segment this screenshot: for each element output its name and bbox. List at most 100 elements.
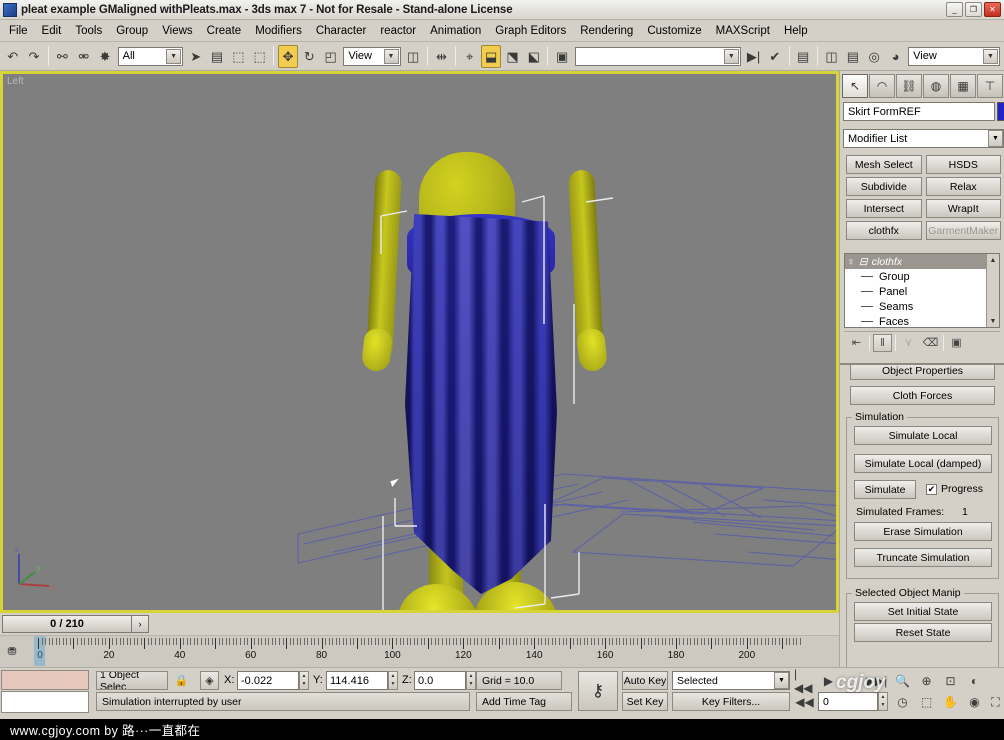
menu-customize[interactable]: Customize [640,22,708,40]
undo-icon[interactable]: ↶ [3,45,22,68]
menu-help[interactable]: Help [777,22,815,40]
stack-root-row[interactable]: ♀ ⊟ clothfx [845,254,999,269]
render-scene-icon[interactable]: ▤ [843,45,862,68]
next-frame-icon[interactable]: ▶▶| [866,671,888,691]
stack-item-seams[interactable]: Seams [845,299,999,314]
named-selection-icon[interactable]: ▣ [552,45,571,68]
scroll-down-icon[interactable]: ▼ [990,315,997,327]
next-frame-button[interactable]: › [132,615,149,633]
reference-coordinate-system-combo[interactable]: View ▼ [343,46,401,66]
material-editor-icon[interactable]: ◫ [822,45,841,68]
light-bulb-icon[interactable]: ♀ [847,256,855,268]
key-selection-combo[interactable]: Selected ▼ [672,671,790,690]
menu-file[interactable]: File [2,22,35,40]
menu-animation[interactable]: Animation [423,22,488,40]
tab-motion[interactable]: ◍ [923,74,949,98]
stack-scrollbar[interactable]: ▲ ▼ [986,254,999,327]
arc-rotate-icon[interactable]: ◉ [964,692,985,712]
modbtn-relax[interactable]: Relax [925,177,1001,196]
snapshot-icon[interactable]: ⬔ [503,45,522,68]
maxscript-listener-output[interactable] [1,670,89,690]
viewport-frame[interactable]: Left z x y [0,71,839,613]
show-end-result-icon[interactable]: ‖ [873,333,892,352]
object-name-field[interactable]: Skirt FormREF [843,102,995,121]
track-bar[interactable]: ⛃ 20 40 60 80 100 120 140 160 180 200 0 [0,635,839,667]
stack-item-panel[interactable]: Panel [845,284,999,299]
scroll-up-icon[interactable]: ▲ [990,254,997,266]
menu-create[interactable]: Create [200,22,249,40]
redo-icon[interactable]: ↷ [24,45,43,68]
tab-display[interactable]: ▦ [950,74,976,98]
current-frame-field[interactable]: 0 [818,692,878,711]
erase-simulation-button[interactable]: Erase Simulation [854,522,992,541]
modbtn-subdivide[interactable]: Subdivide [846,177,922,196]
spacing-tool-icon[interactable]: ⬕ [524,45,543,68]
schematic-view-icon[interactable]: ✔ [765,45,784,68]
time-configuration-icon[interactable]: ◷ [892,692,913,712]
select-and-rotate-icon[interactable]: ↻ [300,45,319,68]
pin-stack-icon[interactable]: ⇤ [847,334,866,352]
skirt-cloth-mesh[interactable] [405,214,557,594]
rectangular-selection-region-icon[interactable]: ⬚ [229,45,248,68]
menu-reactor[interactable]: reactor [373,22,423,40]
z-coordinate-field[interactable]: 0.0 [414,671,466,690]
menu-views[interactable]: Views [155,22,199,40]
modbtn-garmentmaker[interactable]: GarmentMaker [925,221,1001,240]
z-spinner[interactable]: ▲ ▼ [466,671,476,690]
cloth-forces-button[interactable]: Cloth Forces [850,386,995,405]
set-key-button[interactable]: Set Key [622,692,668,711]
perspective-viewport[interactable]: Left z x y [3,74,836,610]
y-spinner[interactable]: ▲ ▼ [388,671,398,690]
array-icon[interactable]: ⬓ [481,44,501,68]
modbtn-hsds[interactable]: HSDS [925,155,1001,174]
object-color-swatch[interactable] [997,102,1004,121]
maximize-viewport-icon[interactable]: ⛶ [985,692,1004,712]
make-unique-icon[interactable]: ⋎ [899,334,918,352]
bind-to-space-warp-icon[interactable]: ✸ [95,45,114,68]
menu-maxscript[interactable]: MAXScript [709,22,777,40]
tab-utilities[interactable]: ⊤ [977,74,1003,98]
menu-edit[interactable]: Edit [35,22,69,40]
y-coordinate-field[interactable]: 114.416 [326,671,388,690]
go-to-start-icon[interactable]: |◀◀ [794,667,815,695]
modbtn-clothfx[interactable]: clothfx [846,221,922,240]
render-type-icon[interactable]: ◎ [865,45,884,68]
selection-filter-combo[interactable]: All ▼ [117,46,184,66]
zoom-icon[interactable]: 🔍 [892,671,913,691]
window-crossing-icon[interactable]: ⬚ [250,45,269,68]
modifier-stack[interactable]: ♀ ⊟ clothfx Group Panel Seams Faces ▲ ▼ [844,253,1000,328]
unlink-selection-icon[interactable]: ⚮ [74,45,93,68]
chevron-down-icon[interactable]: ▼ [166,48,182,64]
x-coordinate-field[interactable]: -0.022 [237,671,299,690]
track-bar-key-icon[interactable]: ⛃ [4,644,20,658]
chevron-down-icon[interactable]: ▼ [982,48,998,64]
select-and-link-icon[interactable]: ⚯ [53,45,72,68]
previous-frame-icon[interactable]: ◀◀ [794,692,815,712]
progress-checkbox[interactable]: ✔ [926,484,937,495]
named-selection-sets-combo[interactable]: ▼ [574,46,741,66]
modbtn-wrapit[interactable]: WrapIt [925,199,1001,218]
chevron-down-icon[interactable]: ▼ [723,48,739,64]
lock-selection-icon[interactable]: 🔒 [172,671,191,690]
stack-item-faces[interactable]: Faces [845,314,999,327]
tab-modify[interactable]: ◠ [869,74,895,98]
curve-editor-icon[interactable]: ▶| [744,45,763,68]
field-of-view-icon[interactable]: ◐ [964,671,985,691]
chevron-down-icon[interactable]: ▼ [383,48,399,64]
select-by-name-icon[interactable]: ▤ [207,45,226,68]
key-mode-toggle-icon[interactable]: ⚷ [578,671,618,711]
tab-hierarchy[interactable]: ⛓ [896,74,922,98]
viewport-render-combo[interactable]: View ▼ [908,46,1000,66]
maximize-button[interactable]: ❐ [965,2,982,17]
modifier-list-combo[interactable]: Modifier List ▼ [843,129,1004,148]
configure-modifier-sets-icon[interactable]: ▣ [947,334,966,352]
menu-modifiers[interactable]: Modifiers [248,22,309,40]
key-filters-button[interactable]: Key Filters... [672,692,790,711]
quick-render-icon[interactable]: ◕ [886,45,905,68]
menu-group[interactable]: Group [109,22,155,40]
select-and-move-icon[interactable]: ✥ [278,44,298,68]
zoom-all-icon[interactable]: ⊕ [916,671,937,691]
x-spinner[interactable]: ▲ ▼ [299,671,309,690]
mirror-icon[interactable]: ⇹ [432,45,451,68]
maxscript-listener-input[interactable] [1,691,89,713]
